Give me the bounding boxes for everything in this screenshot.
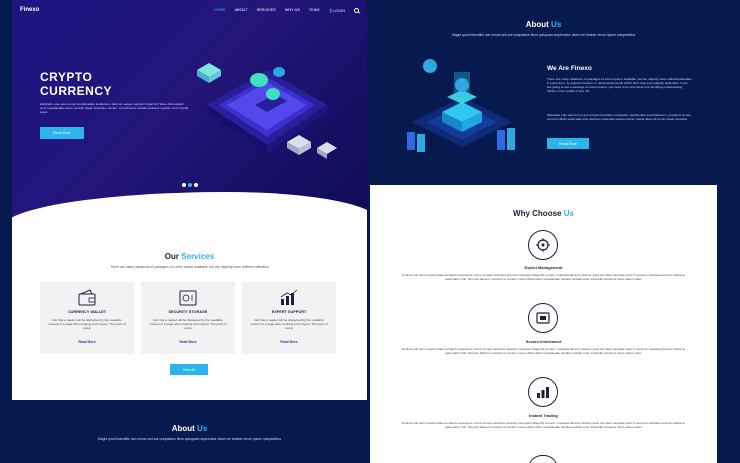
about-heading-a: About xyxy=(525,20,549,29)
service-card-text: fact that a reader will be distracted by… xyxy=(149,318,227,330)
service-card-storage: SECURITY STORAGE fact that a reader will… xyxy=(141,282,235,354)
nav-login[interactable]: 👤LOGIN xyxy=(328,8,345,13)
carousel-dot-3[interactable] xyxy=(194,183,198,187)
about-subtitle: Magni quod blanditiis non minus sed aut … xyxy=(451,33,636,37)
support-chart-icon xyxy=(280,289,298,305)
nav-why-us[interactable]: WHY US xyxy=(285,8,300,12)
nav-home[interactable]: HOME xyxy=(214,8,225,12)
carousel-dot-1[interactable] xyxy=(182,183,186,187)
service-card-read-more[interactable]: Read More xyxy=(242,340,336,344)
why-heading-b: Us xyxy=(563,209,574,218)
services-section: Our Services There are many variations o… xyxy=(12,228,367,400)
nav-menu: HOME ABOUT SERVICES WHY US TEAM 👤LOGIN xyxy=(214,7,359,13)
feature-text: Incidunt odit rerum tenetur alias archit… xyxy=(401,273,686,281)
hero-read-more-button[interactable]: Read More xyxy=(40,127,84,139)
service-card-text: fact that a reader will be distracted by… xyxy=(48,318,126,330)
about-subtitle: Magni quod blanditiis non minus sed aut … xyxy=(97,437,282,441)
about-paragraph-1: There are many variations of passages of… xyxy=(547,77,692,93)
feature-title: Secure Investment xyxy=(525,339,562,344)
carousel-dot-2[interactable] xyxy=(188,183,192,187)
trading-icon xyxy=(528,377,558,407)
why-choose-section: Why Choose Us Expert Management Incidunt… xyxy=(370,185,717,463)
about-section-bottom: About Us Magni quod blanditiis non minus… xyxy=(12,400,367,463)
search-icon[interactable] xyxy=(354,7,359,13)
hero-title-line2: CURRENCY xyxy=(40,84,113,98)
about-paragraph-2: Molestiae odio earum non qui cumque prov… xyxy=(547,113,691,121)
service-card-title: EXPERT SUPPORT xyxy=(271,310,307,314)
left-page-preview: Finexo HOME ABOUT SERVICES WHY US TEAM 👤… xyxy=(12,0,367,463)
feature-title: Expert Management xyxy=(524,265,563,270)
service-cards: CURRENCY WALLET fact that a reader will … xyxy=(40,282,338,354)
we-are-title: We Are Finexo xyxy=(547,65,592,72)
nav-team[interactable]: TEAM xyxy=(309,8,320,12)
services-heading-b: Services xyxy=(181,252,215,261)
nav-services[interactable]: SERVICES xyxy=(257,8,276,12)
carousel-dots xyxy=(182,183,198,187)
service-card-title: SECURITY STORAGE xyxy=(168,310,208,314)
services-heading: Our Services xyxy=(12,252,367,261)
service-card-read-more[interactable]: Read More xyxy=(141,340,235,344)
next-feature-icon-partial xyxy=(528,455,558,463)
page-canvas: Finexo HOME ABOUT SERVICES WHY US TEAM 👤… xyxy=(0,0,740,463)
hero-title-line1: CRYPTO xyxy=(40,70,93,84)
service-card-read-more[interactable]: Read More xyxy=(40,340,134,344)
about-heading-b: Us xyxy=(551,20,562,29)
brand-logo[interactable]: Finexo xyxy=(20,7,39,13)
services-heading-a: Our xyxy=(164,252,180,261)
right-page-preview: About Us Magni quod blanditiis non minus… xyxy=(370,0,717,463)
hero-wave-divider xyxy=(12,192,367,230)
about-heading-b: Us xyxy=(197,424,208,433)
safe-icon xyxy=(179,290,197,306)
crypto-server-illustration xyxy=(407,59,515,152)
view-all-button[interactable]: View All xyxy=(170,364,208,375)
feature-title: Instant Trading xyxy=(529,413,558,418)
about-heading: About Us xyxy=(370,20,717,29)
nav-about[interactable]: ABOUT xyxy=(235,8,248,12)
about-heading: About Us xyxy=(12,424,367,433)
why-heading: Why Choose Us xyxy=(370,209,717,218)
hero-title: CRYPTO CURRENCY xyxy=(40,70,112,98)
service-card-text: fact that a reader will be distracted by… xyxy=(250,318,328,330)
why-heading-a: Why Choose xyxy=(513,209,562,218)
about-heading-a: About xyxy=(171,424,195,433)
feature-text: Incidunt odit rerum tenetur alias archit… xyxy=(401,421,686,429)
service-card-wallet: CURRENCY WALLET fact that a reader will … xyxy=(40,282,134,354)
service-card-support: EXPERT SUPPORT fact that a reader will b… xyxy=(242,282,336,354)
investment-icon xyxy=(528,303,558,333)
about-section-top: About Us Magni quod blanditiis non minus… xyxy=(370,0,717,182)
nav-login-label: LOGIN xyxy=(333,8,345,13)
phone-illustration xyxy=(197,63,337,159)
wallet-icon xyxy=(78,289,96,306)
service-card-title: CURRENCY WALLET xyxy=(67,310,107,314)
feature-text: Incidunt odit rerum tenetur alias archit… xyxy=(401,347,686,355)
services-subtitle: There are many variations of passages of… xyxy=(110,265,269,269)
about-read-more-button[interactable]: Read More xyxy=(547,138,589,149)
hero-section: Finexo HOME ABOUT SERVICES WHY US TEAM 👤… xyxy=(12,0,367,230)
top-nav: Finexo HOME ABOUT SERVICES WHY US TEAM 👤… xyxy=(12,0,367,20)
hero-text: Explicabo esse amet tempora quibusdam la… xyxy=(40,102,189,114)
management-icon xyxy=(528,230,558,260)
